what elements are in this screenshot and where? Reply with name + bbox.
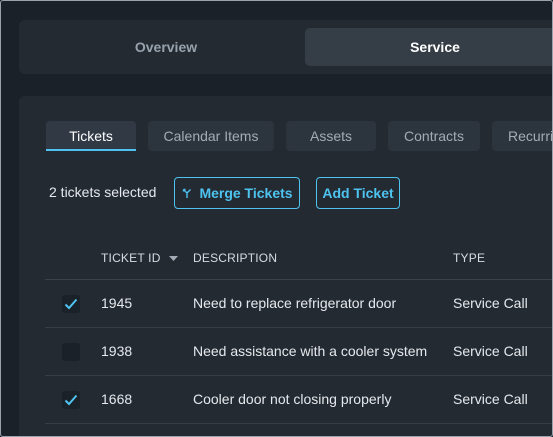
ticket-type: Service Call [453, 343, 528, 359]
tab-tickets[interactable]: Tickets [46, 121, 136, 151]
row-checkbox[interactable] [62, 391, 80, 409]
tab-service[interactable]: Service [305, 28, 553, 66]
tab-contracts[interactable]: Contracts [388, 121, 480, 151]
column-header-description[interactable]: DESCRIPTION [193, 251, 277, 265]
tab-overview[interactable]: Overview [19, 28, 313, 66]
table-row[interactable]: 1945 Need to replace refrigerator door S… [45, 280, 553, 328]
merge-tickets-button[interactable]: Merge Tickets [174, 177, 300, 209]
column-label-type: TYPE [453, 251, 486, 265]
ticket-id: 1945 [101, 295, 133, 311]
ticket-id: 1938 [101, 343, 133, 359]
column-label-description: DESCRIPTION [193, 251, 278, 265]
column-header-ticket-id[interactable]: TICKET ID [101, 251, 178, 265]
checkmark-icon [64, 394, 78, 406]
merge-tickets-label: Merge Tickets [199, 185, 293, 201]
service-panel: Tickets Calendar Items Assets Contracts … [19, 96, 553, 437]
row-checkbox[interactable] [62, 343, 80, 361]
table-row[interactable]: 1938 Need assistance with a cooler syste… [45, 328, 553, 376]
tab-calendar-items[interactable]: Calendar Items [148, 121, 274, 151]
ticket-type: Service Call [453, 391, 528, 407]
ticket-description: Need assistance with a cooler system [193, 343, 428, 359]
ticket-id: 1668 [101, 391, 133, 407]
checkmark-icon [64, 298, 78, 310]
table-row[interactable]: 1668 Cooler door not closing properly Se… [45, 376, 553, 424]
add-ticket-label: Add Ticket [322, 185, 394, 201]
sort-down-icon [168, 251, 178, 265]
column-header-type[interactable]: TYPE [453, 251, 485, 265]
column-label-ticket-id: TICKET ID [101, 251, 161, 265]
add-ticket-button[interactable]: Add Ticket [316, 177, 400, 209]
ticket-description: Need to replace refrigerator door [193, 295, 397, 311]
row-checkbox[interactable] [62, 295, 80, 313]
view-switcher: Overview Service [19, 20, 553, 74]
ticket-description: Cooler door not closing properly [193, 391, 392, 407]
ticket-type: Service Call [453, 295, 528, 311]
tab-assets[interactable]: Assets [286, 121, 376, 151]
tab-recurring[interactable]: Recurri [492, 121, 553, 151]
selection-count: 2 tickets selected [49, 184, 157, 200]
merge-icon [181, 187, 193, 199]
